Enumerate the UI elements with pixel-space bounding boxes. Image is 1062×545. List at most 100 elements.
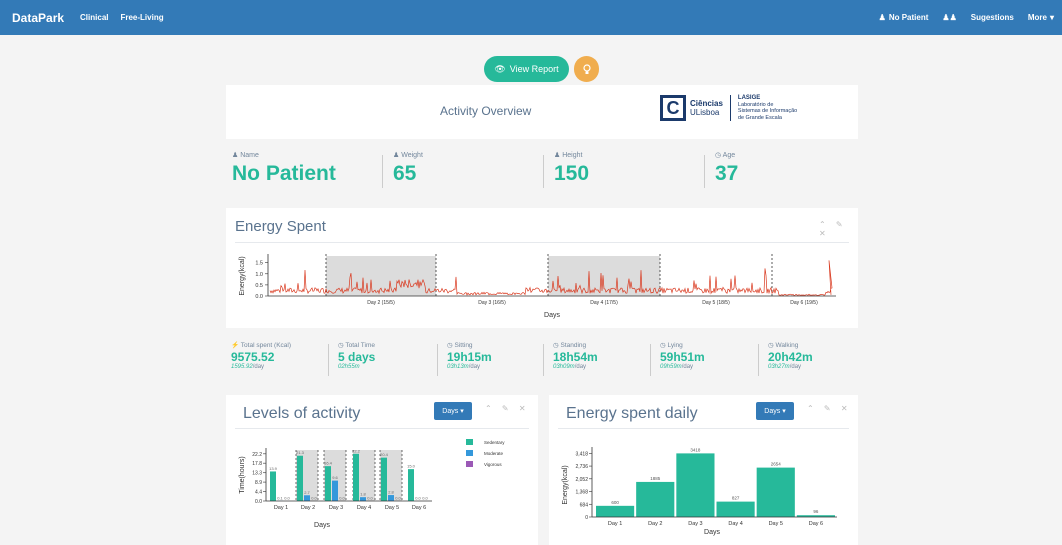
tile-sub-value: 03h27m: [768, 364, 790, 370]
nav-more[interactable]: More ▾: [1028, 13, 1054, 22]
y-tick-label: 1.5: [255, 261, 263, 267]
user-icon: ♟: [554, 152, 561, 159]
nav-right: ♟ No Patient ♟♟ Sugestions More ▾: [879, 13, 1062, 22]
y-tick-label: 4.4: [255, 490, 262, 496]
bar-data-label: 22.2: [352, 448, 361, 453]
bar-data-label: 0.0: [311, 496, 317, 501]
y-tick-label: 3,418: [575, 451, 588, 457]
user-icon: ♟: [393, 152, 400, 159]
y-tick-label: 8.9: [255, 480, 262, 486]
nav-patient-label: No Patient: [888, 13, 929, 22]
tile-value: 59h51m: [660, 350, 705, 364]
bar: [756, 467, 795, 517]
bar-sedentary: [408, 469, 414, 501]
y-tick-label: 2,736: [575, 464, 588, 470]
bar-data-label: 0.0: [367, 496, 373, 501]
tile-sub-value: 1595.92: [231, 364, 253, 370]
x-tick-label: Day 5 (18/5): [702, 300, 730, 306]
overview-title: Activity Overview: [440, 104, 532, 118]
legend-swatch: [466, 450, 473, 456]
bar-data-label: 0.0: [284, 496, 290, 501]
x-tick-label: Day 6 (19/5): [790, 300, 818, 306]
x-tick-label: Day 1: [608, 521, 622, 527]
ciencias-lasige-logo: C Ciências ULisboa LASIGE Laboratório de…: [660, 95, 797, 121]
patient-weight-label: Weight: [401, 152, 423, 159]
nav-clinical[interactable]: Clinical: [80, 13, 108, 22]
bar-data-label: 3418: [690, 447, 701, 452]
lightbulb-button[interactable]: [574, 56, 599, 82]
clock-icon: ◷: [768, 342, 774, 349]
nav-free-living[interactable]: Free-Living: [120, 13, 163, 22]
patient-weight-stat: ♟ Weight 65: [393, 151, 423, 186]
logo-line2: ULisboa: [690, 108, 720, 117]
view-report-label: View Report: [509, 64, 559, 74]
x-tick-label: Day 2: [301, 505, 315, 511]
y-tick-label: 0.0: [255, 499, 262, 505]
x-tick-label: Day 2: [648, 521, 662, 527]
energy-spent-daily-chart: 600 Day 1 1885 Day 2 3418 Day 3 827 Day 4 2654 Da…: [562, 447, 837, 536]
tile-label: Total spent (Kcal): [240, 342, 292, 349]
tile-sub: 03h09m/day: [553, 364, 598, 370]
patient-name-label: Name: [240, 152, 259, 159]
bar-sedentary: [297, 455, 303, 501]
y-tick-label: 0.0: [255, 294, 263, 300]
tile-label: Total Time: [345, 342, 375, 349]
summary-tile: ◷ Walking 20h42m 03h27m/day: [768, 341, 813, 370]
bar-moderate: [388, 495, 394, 501]
tile-value: 5 days: [338, 350, 376, 364]
tile-value: 9575.52: [231, 350, 275, 364]
activity-overview-header: Activity Overview C Ciências ULisboa LAS…: [226, 85, 858, 139]
logo-line1: Ciências: [690, 99, 723, 108]
tile-sub-unit: /day: [574, 364, 587, 370]
tile-sub-unit: /day: [789, 364, 802, 370]
tile-sub-value: 02h55m: [338, 364, 360, 370]
x-tick-label: Day 5: [385, 505, 399, 511]
bar-sedentary: [381, 457, 387, 501]
x-axis-label: Days: [544, 312, 560, 319]
patient-weight-value: 65: [393, 162, 417, 185]
y-tick-label: 1,368: [575, 490, 588, 496]
logo-lasige-title: LASIGE: [737, 95, 761, 101]
energy-spent-daily-panel: Energy spent daily Days ▾ ⌃ ✎ ✕ 600 Day 1…: [549, 395, 858, 545]
tile-label: Standing: [560, 342, 587, 349]
tile-sub-unit: /day: [468, 364, 481, 370]
clock-icon: ◷: [338, 342, 344, 349]
summary-tile: ◷ Total Time 5 days 02h55m: [338, 341, 375, 370]
nav-users[interactable]: ♟♟: [942, 13, 956, 22]
tile-value: 18h54m: [553, 350, 598, 364]
clock-icon: ◷: [715, 152, 722, 159]
bar-data-label: 0.0: [339, 496, 345, 501]
tile-sub: 02h55m: [338, 364, 375, 370]
bar-data-label: 600: [611, 500, 619, 505]
bar: [716, 501, 755, 517]
tile-sub: 1595.92/day: [231, 364, 291, 370]
patient-age-value: 37: [715, 162, 739, 185]
x-axis-label: Days: [704, 529, 720, 536]
x-tick-label: Day 3 (16/5): [478, 300, 506, 306]
caret-down-icon: ▾: [1049, 13, 1054, 22]
bar-data-label: 96: [813, 509, 819, 514]
patient-age-stat: ◷ Age 37: [715, 151, 738, 186]
nav-sugestions[interactable]: Sugestions: [971, 13, 1014, 22]
bar-data-label: 2654: [771, 462, 782, 467]
summary-tile: ◷ Sitting 19h15m 03h13m/day: [447, 341, 492, 370]
legend-swatch: [466, 461, 473, 467]
nav-patient[interactable]: ♟ No Patient: [879, 13, 929, 22]
y-axis-label: Energy(kcal): [239, 256, 246, 295]
bar-moderate: [360, 497, 366, 501]
x-tick-label: Day 6: [809, 521, 823, 527]
summary-tile: ◷ Standing 18h54m 03h09m/day: [553, 341, 598, 370]
patient-height-stat: ♟ Height 150: [554, 151, 589, 186]
tile-sub-unit: /day: [252, 364, 265, 370]
energy-spent-chart: 0.0 0.5 1.0 1.5 Day 2 (15/5) Day 3 (16/5) Day …: [239, 254, 836, 319]
bar-data-label: 21.3: [296, 450, 305, 455]
y-tick-label: 17.8: [252, 461, 262, 467]
y-axis-label: Time(hours): [239, 456, 246, 493]
view-report-button[interactable]: 👁 View Report: [484, 56, 569, 82]
brand-logo[interactable]: DataPark: [12, 11, 64, 25]
x-tick-label: Day 3: [329, 505, 343, 511]
tile-label: Sitting: [454, 342, 473, 349]
legend-label: Sedentary: [484, 440, 505, 445]
x-tick-label: Day 6: [412, 505, 426, 511]
eye-icon: 👁: [494, 63, 506, 74]
